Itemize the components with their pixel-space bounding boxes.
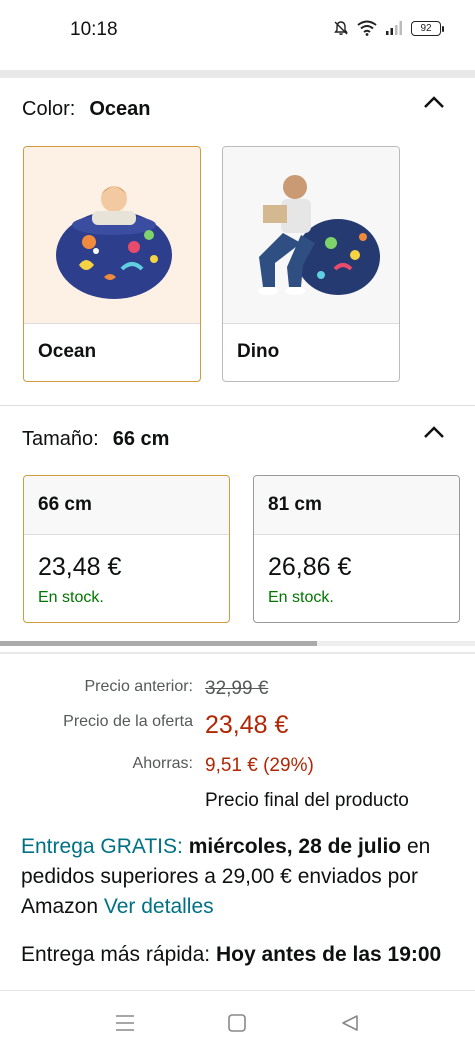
fast-delivery-info: Entrega más rápida: Hoy antes de las 19:… <box>21 940 461 970</box>
free-delivery-label: Entrega GRATIS: <box>21 835 183 858</box>
section-divider <box>0 405 475 406</box>
savings-value: 9,51 € (29%) <box>205 755 314 776</box>
status-time: 10:18 <box>70 19 118 40</box>
size-option-price: 26,86 € <box>268 553 352 581</box>
size-label: Tamaño: <box>22 428 99 450</box>
size-option-81[interactable]: 81 cm 26,86 € En stock. <box>253 475 460 623</box>
final-price-note: Precio final del producto <box>205 790 409 811</box>
system-nav-bar <box>0 990 475 1056</box>
offer-price: 23,48 € <box>205 711 289 739</box>
wifi-icon <box>357 20 377 36</box>
section-divider <box>0 70 475 78</box>
offer-price-label: Precio de la oferta <box>63 713 193 730</box>
scrollbar-thumb[interactable] <box>0 641 317 646</box>
fast-delivery-time: Hoy antes de las 19:00 <box>215 943 442 966</box>
size-option-label: 81 cm <box>254 476 459 535</box>
status-icons: 92 <box>333 20 444 36</box>
menu-icon[interactable] <box>114 1013 136 1033</box>
savings-label: Ahorras: <box>132 755 193 772</box>
color-label: Color: <box>22 98 76 120</box>
color-header[interactable]: Color: Ocean <box>22 98 151 121</box>
color-option-name: Dino <box>237 341 280 362</box>
section-divider <box>0 652 475 654</box>
size-header[interactable]: Tamaño: 66 cm <box>22 428 169 451</box>
delivery-date: miércoles, 28 de julio <box>188 835 402 858</box>
size-selected: 66 cm <box>112 428 170 450</box>
bell-muted-icon <box>334 21 348 35</box>
size-option-66[interactable]: 66 cm 23,48 € En stock. <box>23 475 230 623</box>
color-option-dino[interactable]: Dino <box>222 146 400 382</box>
home-icon[interactable] <box>227 1013 247 1033</box>
details-link[interactable]: Ver detalles <box>104 895 214 918</box>
size-option-stock: En stock. <box>38 589 104 606</box>
fast-delivery-label: Entrega más rápida: <box>21 943 211 966</box>
size-option-label: 66 cm <box>24 476 229 535</box>
color-option-ocean[interactable]: Ocean <box>23 146 201 382</box>
previous-price-label: Precio anterior: <box>84 678 194 695</box>
signal-icon <box>386 21 402 35</box>
free-delivery-info: Entrega GRATIS: miércoles, 28 de julio e… <box>21 832 461 922</box>
color-option-name: Ocean <box>38 341 97 362</box>
status-bar: 10:18 92 <box>0 0 475 62</box>
back-icon[interactable] <box>340 1013 360 1033</box>
chevron-up-icon[interactable] <box>423 94 445 110</box>
battery-icon: 92 <box>411 20 444 36</box>
previous-price: 32,99 € <box>205 678 269 699</box>
size-option-price: 23,48 € <box>38 553 122 581</box>
chevron-up-icon[interactable] <box>423 424 445 440</box>
horizontal-scrollbar[interactable] <box>0 641 475 646</box>
size-option-stock: En stock. <box>268 589 334 606</box>
ocean-beanbag-image <box>24 147 200 324</box>
dino-beanbag-image <box>223 147 399 324</box>
color-selected: Ocean <box>89 98 151 120</box>
